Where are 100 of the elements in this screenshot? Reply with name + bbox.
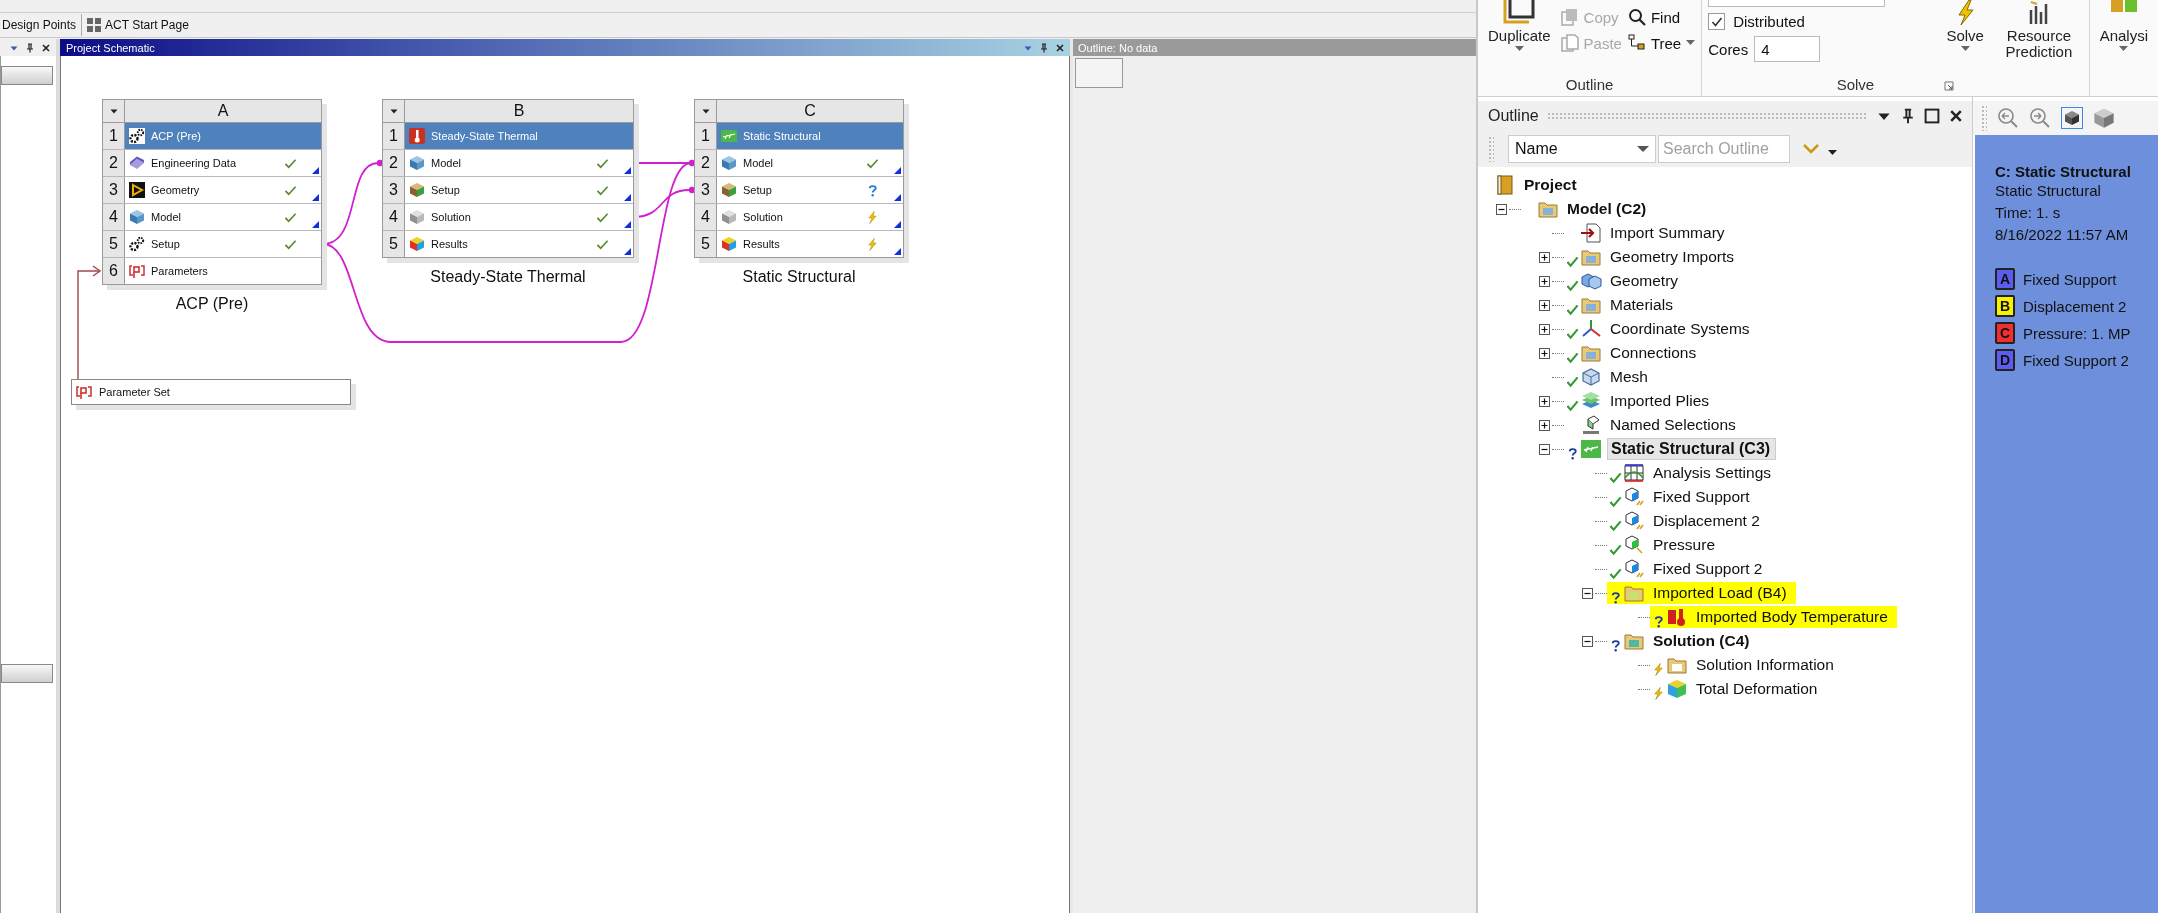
cores-field[interactable]: 4	[1754, 36, 1821, 62]
cell-label[interactable]: Results	[431, 238, 590, 250]
tree-item[interactable]: Connections	[1607, 342, 1702, 364]
tree-item[interactable]: Imported Plies	[1607, 390, 1715, 412]
toolbar-button[interactable]: ACT Start Page	[82, 14, 194, 36]
pin-icon[interactable]	[1039, 42, 1049, 53]
expand-icon[interactable]	[1538, 251, 1550, 263]
zoom-in-icon[interactable]	[2029, 107, 2051, 129]
expand-icon[interactable]	[1538, 347, 1550, 359]
calculator-icon	[721, 209, 737, 225]
zoom-out-icon[interactable]	[1997, 107, 2019, 129]
row-number: 3	[695, 177, 717, 203]
tree-button[interactable]: Tree	[1627, 34, 1696, 52]
tree-item[interactable]: Mesh	[1607, 366, 1653, 388]
tree-item[interactable]: Geometry Imports	[1607, 246, 1740, 268]
close-icon[interactable]	[1948, 108, 1964, 124]
analysis-button[interactable]: Analysi	[2095, 0, 2152, 96]
cell-label[interactable]: Solution	[431, 211, 590, 223]
collapse-icon[interactable]	[1581, 635, 1593, 647]
cell-label[interactable]: Results	[743, 238, 860, 250]
dialog-launcher-icon[interactable]	[1944, 81, 1955, 91]
folder-icon	[1537, 199, 1559, 219]
expand-icon[interactable]	[1538, 323, 1550, 335]
tree-item[interactable]: Geometry	[1607, 270, 1684, 292]
expand-icon[interactable]	[1538, 299, 1550, 311]
caret-icon	[1514, 45, 1524, 52]
mesh-cube-icon	[129, 209, 145, 225]
cell-label[interactable]: Setup	[151, 238, 278, 250]
parameter-icon	[129, 263, 145, 279]
search-field[interactable]: Search Outline	[1658, 135, 1790, 163]
folder-icon	[1623, 631, 1645, 651]
cell-label[interactable]: Setup	[743, 184, 860, 196]
cell-label[interactable]: Engineering Data	[151, 157, 278, 169]
checkbox[interactable]	[1708, 13, 1726, 30]
tree-item[interactable]: Project	[1521, 174, 1582, 196]
row-number: 3	[103, 177, 125, 203]
tree-item[interactable]: Model (C2)	[1564, 198, 1652, 220]
tree-item[interactable]: Coordinate Systems	[1607, 318, 1755, 340]
collapsed-bar[interactable]	[1, 664, 53, 683]
tree-item[interactable]: Fixed Support	[1650, 486, 1755, 508]
panel-title: Outline	[1488, 107, 1539, 125]
row-number: 3	[383, 177, 405, 203]
cell-label[interactable]: Setup	[431, 184, 590, 196]
close-icon[interactable]	[1055, 42, 1065, 53]
maximize-icon[interactable]	[1924, 108, 1940, 124]
tree-item[interactable]: Analysis Settings	[1650, 462, 1777, 484]
paste-icon	[1560, 34, 1579, 52]
axes-icon	[1580, 319, 1602, 339]
cell-label[interactable]: Model	[151, 211, 278, 223]
collapse-icon[interactable]	[1538, 443, 1550, 455]
tree-item[interactable]: Fixed Support 2	[1650, 558, 1768, 580]
cube-icon[interactable]	[2093, 107, 2115, 129]
group-label: Outline	[1564, 76, 1615, 95]
checkbox-label: Distributed	[1733, 13, 1805, 30]
caret-icon[interactable]	[1828, 150, 1837, 156]
tree-item[interactable]: Named Selections	[1607, 414, 1741, 436]
cube-icon	[1623, 535, 1645, 555]
legend-label: Pressure: 1. MP	[2023, 324, 2131, 342]
setup-box-icon	[721, 182, 737, 198]
duplicate-button[interactable]: Duplicate	[1484, 0, 1555, 76]
tree-item[interactable]: Displacement 2	[1650, 510, 1765, 532]
tree-item[interactable]: Static Structural (C3)	[1607, 438, 1777, 460]
tree-item[interactable]: Solution (C4)	[1650, 630, 1755, 652]
tree-item[interactable]: Imported Load (B4)	[1650, 582, 1792, 604]
row-number: 2	[695, 150, 717, 176]
toolbar-button[interactable]: Design Points	[0, 14, 83, 36]
tree-item[interactable]: Materials	[1607, 294, 1678, 316]
expand-icon[interactable]	[1538, 275, 1550, 287]
tree-item[interactable]: Total Deformation	[1693, 678, 1823, 700]
close-icon[interactable]	[41, 42, 51, 53]
filter-dropdown[interactable]: Name	[1508, 135, 1656, 163]
tree-item[interactable]: Imported Body Temperature	[1693, 606, 1893, 628]
tree-item[interactable]: Pressure	[1650, 534, 1721, 556]
cell-label[interactable]: Model	[431, 157, 590, 169]
cell-label[interactable]: Geometry	[151, 184, 278, 196]
legend-label: Displacement 2	[2023, 297, 2127, 315]
cell-label[interactable]: Parameters	[151, 265, 321, 277]
legend-key: A	[1995, 268, 2015, 290]
solve-button[interactable]: Solve	[1941, 0, 1990, 76]
collapsed-bar[interactable]	[1, 66, 53, 85]
collapse-icon[interactable]	[1581, 587, 1593, 599]
tree-item[interactable]: Solution Information	[1693, 654, 1839, 676]
folder-icon	[1580, 343, 1602, 363]
resource-prediction-button[interactable]: Resource Prediction	[1995, 0, 2083, 76]
expand-icon[interactable]	[1538, 419, 1550, 431]
legend-text: Static Structural	[1995, 181, 2102, 201]
layers-icon	[1580, 391, 1602, 411]
column-letter: C	[717, 100, 903, 122]
pin-icon[interactable]	[25, 42, 35, 53]
legend-label: Fixed Support 2	[2023, 351, 2129, 369]
expand-icon[interactable]	[1538, 395, 1550, 407]
find-button[interactable]: Find	[1627, 8, 1696, 26]
collapse-icon[interactable]	[1495, 203, 1507, 215]
pin-icon[interactable]	[1900, 108, 1916, 124]
cell-label[interactable]: Model	[743, 157, 860, 169]
tree-item[interactable]: Import Summary	[1607, 222, 1730, 244]
caret-icon	[1637, 145, 1649, 153]
view-button[interactable]	[2061, 107, 2083, 129]
input-field[interactable]	[1708, 0, 1886, 7]
cell-label[interactable]: Solution	[743, 211, 860, 223]
